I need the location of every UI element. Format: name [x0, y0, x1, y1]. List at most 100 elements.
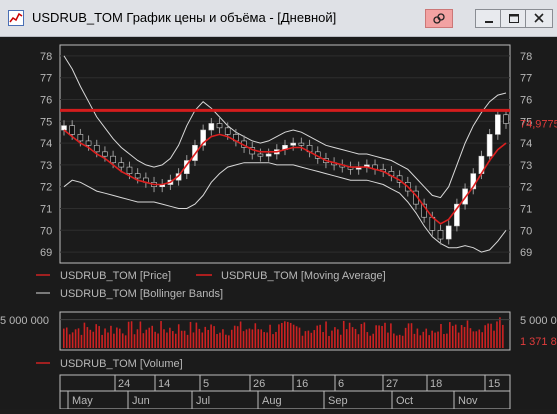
volume-bar: [127, 321, 130, 348]
volume-bar: [351, 327, 354, 348]
volume-bar: [92, 331, 95, 348]
volume-bar: [295, 326, 298, 348]
time-day-label: 16: [296, 378, 308, 390]
volume-bar: [278, 324, 280, 348]
volume-bar: [89, 329, 92, 348]
volume-bar: [319, 324, 321, 348]
volume-bar: [499, 317, 501, 348]
volume-bar: [222, 329, 224, 348]
volume-bar: [136, 329, 139, 348]
close-button[interactable]: [525, 9, 553, 28]
price-candle: [69, 125, 75, 135]
volume-bar: [251, 329, 254, 348]
volume-bar: [219, 332, 221, 348]
price-tick-label-left: 70: [40, 225, 52, 237]
price-tick-label-left: 73: [40, 160, 52, 172]
time-month-label: Sep: [328, 395, 348, 407]
price-candle: [437, 230, 444, 240]
volume-bar: [260, 329, 263, 348]
close-icon: [534, 13, 544, 23]
volume-bar: [160, 321, 162, 348]
volume-bar: [68, 334, 71, 348]
price-tick-label-right: 76: [520, 95, 532, 107]
volume-bar: [381, 325, 383, 348]
volume-bar: [236, 326, 239, 348]
volume-bar: [201, 332, 204, 348]
volume-bar: [337, 329, 339, 348]
volume-bar: [472, 331, 475, 348]
volume-bar: [65, 327, 68, 348]
volume-bar: [313, 330, 316, 348]
price-tick-label-right: 77: [520, 73, 532, 85]
volume-bar: [157, 333, 159, 348]
title-bar[interactable]: USDRUB_TOM График цены и объёма - [Дневн…: [0, 0, 557, 37]
volume-bar: [460, 325, 463, 348]
price-candle: [495, 114, 501, 135]
chart-canvas[interactable]: 78 7877 7776 7675 7574 7473 7372 7271 7170 7069 69…: [0, 37, 557, 410]
volume-bar: [316, 325, 319, 348]
volume-bar: [301, 335, 304, 348]
volume-bar: [457, 332, 460, 348]
volume-bar: [80, 334, 83, 348]
price-candle: [265, 153, 272, 157]
volume-bar: [230, 329, 233, 348]
volume-bar: [395, 335, 398, 348]
volume-bar: [74, 329, 77, 348]
volume-bar: [71, 332, 74, 348]
volume-bar: [174, 333, 177, 348]
time-day-label: 5: [203, 378, 209, 390]
volume-bar: [357, 334, 360, 348]
volume-bar: [118, 328, 121, 348]
volume-bar: [434, 332, 436, 348]
maximize-button[interactable]: [500, 9, 528, 28]
volume-bar: [384, 322, 386, 348]
price-tick-label-left: 72: [40, 182, 52, 194]
volume-bar: [286, 321, 289, 348]
volume-bar: [372, 333, 374, 348]
time-day-label: 26: [253, 378, 265, 390]
chart-window: USDRUB_TOM График цены и объёма - [Дневн…: [0, 0, 557, 410]
volume-bar: [186, 334, 189, 348]
volume-bar: [393, 333, 395, 348]
volume-bar: [195, 322, 198, 348]
volume-bar: [334, 327, 336, 348]
time-month-label: Aug: [262, 395, 282, 407]
volume-bar: [101, 334, 103, 348]
volume-bar: [407, 323, 410, 348]
legend-ma-label: USDRUB_TOM [Moving Average]: [221, 270, 386, 282]
volume-bar: [354, 328, 357, 348]
link-button[interactable]: [425, 9, 453, 28]
price-candle: [290, 142, 296, 146]
volume-bar: [254, 323, 257, 348]
volume-bar: [183, 330, 186, 348]
volume-bar: [248, 328, 251, 348]
volume-bar: [378, 325, 380, 348]
volume-bar: [142, 333, 145, 348]
volume-bar: [213, 326, 215, 348]
volume-bar: [189, 321, 192, 348]
volume-bar: [390, 323, 392, 348]
volume-bar: [440, 324, 442, 348]
volume-bar: [104, 328, 106, 348]
legend-bollinger-label: USDRUB_TOM [Bollinger Bands]: [60, 288, 223, 300]
price-candle: [110, 155, 116, 164]
price-candle: [486, 134, 493, 157]
volume-bar: [481, 332, 484, 348]
volume-bar: [63, 328, 65, 348]
volume-bar: [304, 331, 307, 348]
volume-bar: [95, 324, 98, 348]
volume-bar: [166, 332, 168, 348]
price-candle: [208, 123, 215, 131]
time-day-label: 18: [430, 378, 442, 390]
price-candle: [216, 123, 223, 129]
time-month-label: Oct: [396, 395, 413, 407]
volume-bar: [133, 334, 136, 348]
chart-area[interactable]: 78 78 77 77 76 76 75 75 74 74 73 73 72 72 71 71 70 70 69 69…: [0, 37, 557, 410]
minimize-button[interactable]: [475, 9, 503, 28]
price-candle: [77, 134, 84, 142]
price-tick-label-left: 71: [40, 204, 52, 216]
volume-bar: [502, 324, 504, 348]
volume-bar: [422, 331, 425, 348]
volume-bar: [77, 328, 80, 348]
volume-bar: [451, 325, 454, 348]
